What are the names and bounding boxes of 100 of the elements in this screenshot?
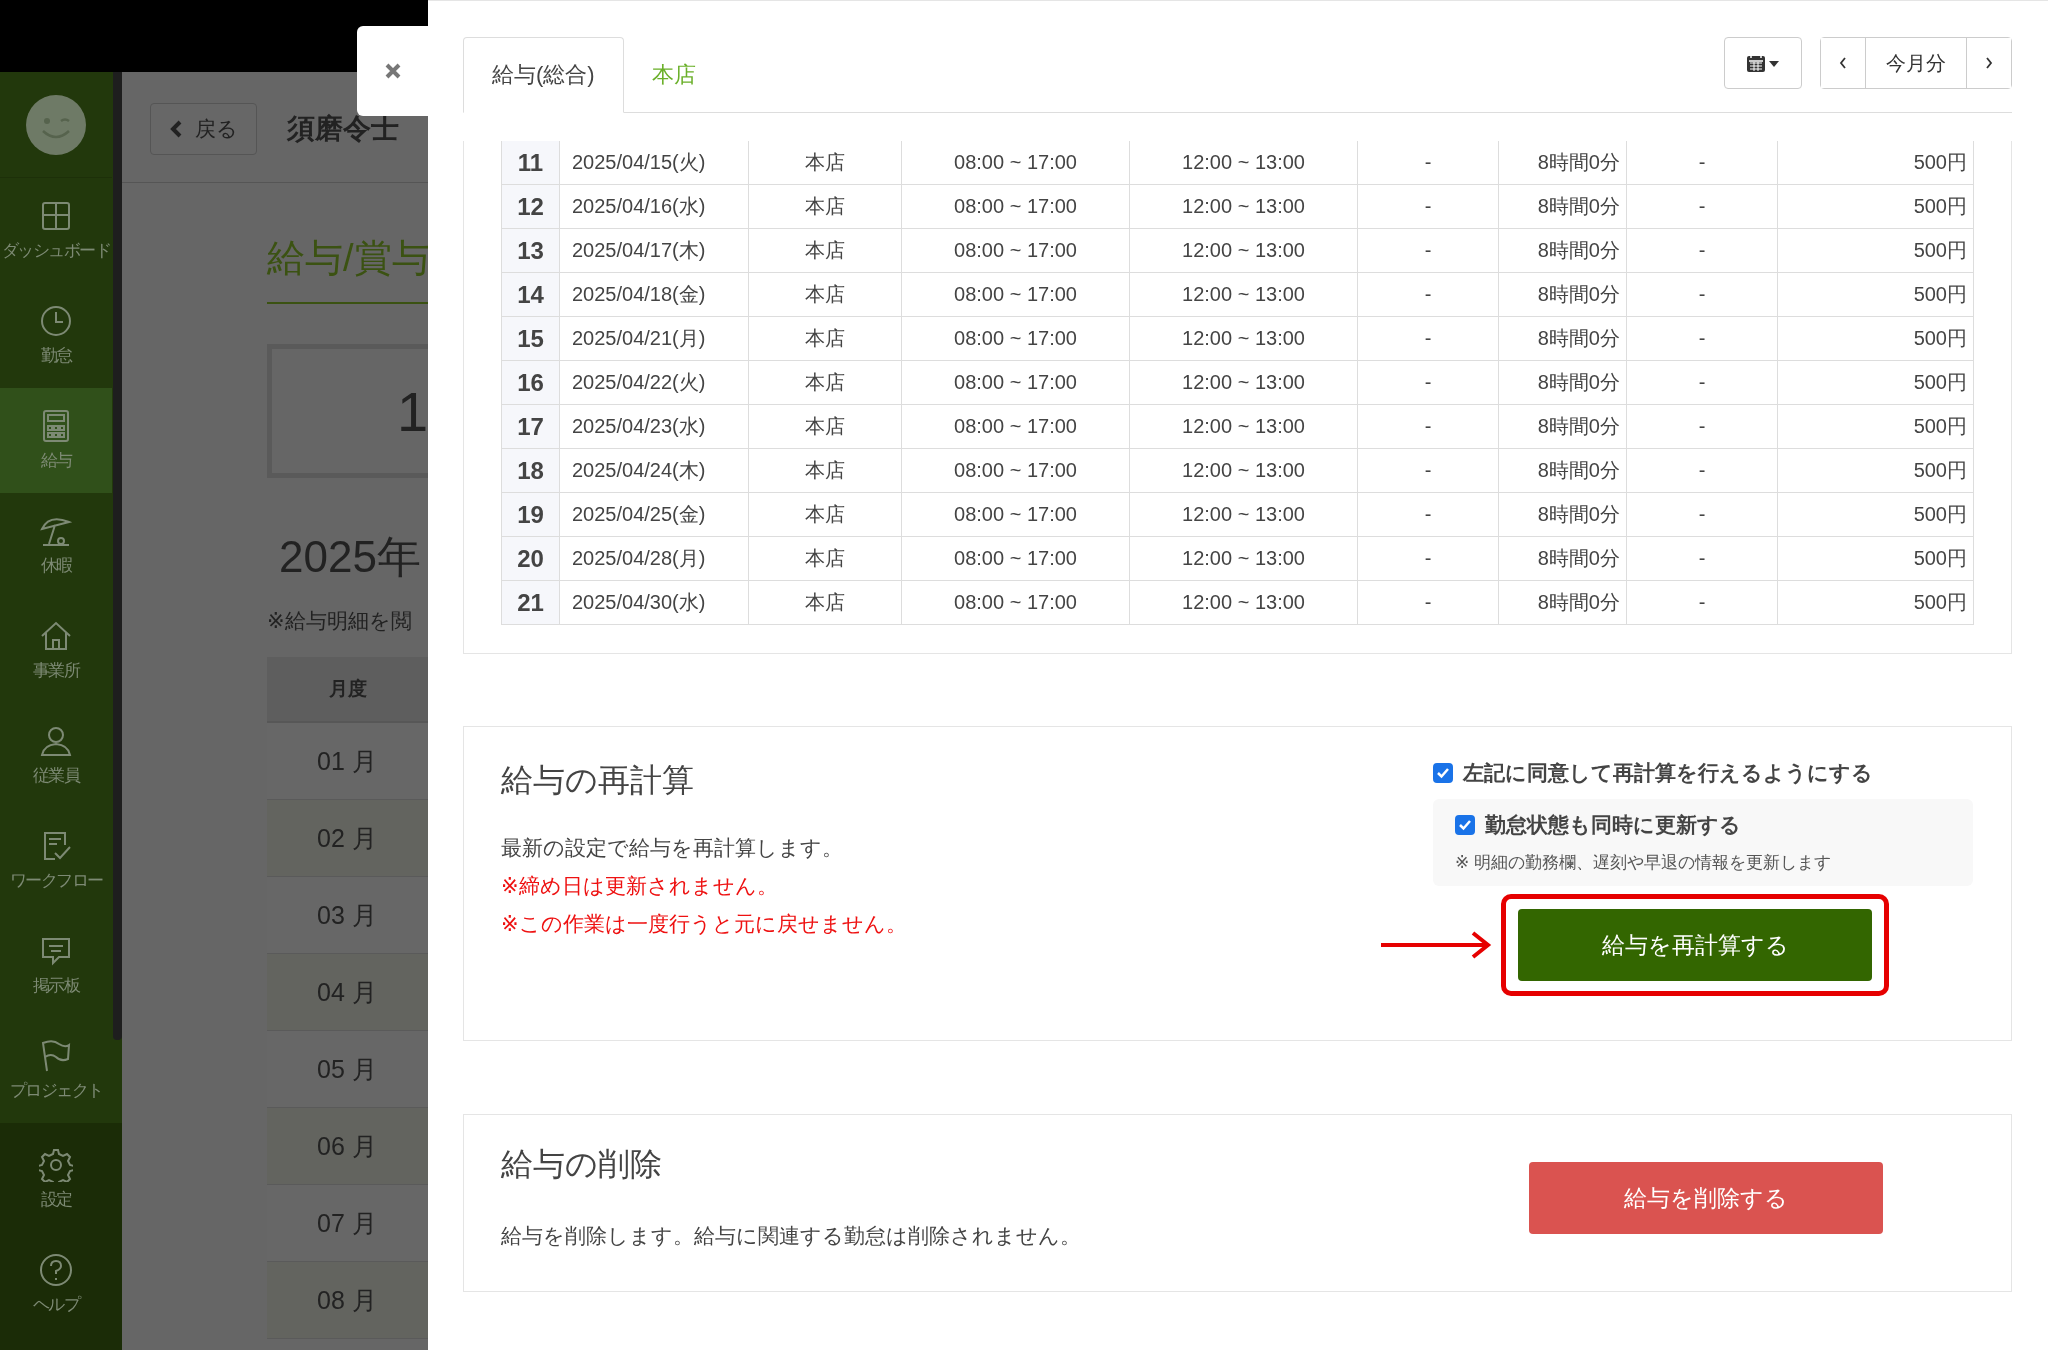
- note-text: ※給与明細を閲: [267, 608, 413, 634]
- table-cell: 500円: [1777, 536, 1974, 581]
- sidebar-item[interactable]: 給与: [0, 388, 112, 493]
- sidebar-item[interactable]: ワークフロー: [0, 808, 112, 913]
- sidebar-item[interactable]: 勤怠: [0, 283, 112, 388]
- sidebar-label: ダッシュボード: [1, 240, 111, 262]
- table-cell: 12:00 ~ 13:00: [1129, 141, 1358, 185]
- hint-text: ※ 明細の勤務欄、遅刻や早退の情報を更新します: [1455, 852, 1832, 874]
- table-cell: 本店: [748, 360, 902, 405]
- table-cell: -: [1357, 360, 1499, 405]
- recalculate-button[interactable]: 給与を再計算する: [1518, 909, 1872, 981]
- sidebar-label: 掲示板: [32, 975, 80, 997]
- arrow-icon: [1381, 931, 1493, 959]
- checkbox[interactable]: [1455, 815, 1475, 835]
- chevron-left-icon: [1838, 56, 1848, 70]
- table-cell: 本店: [748, 228, 902, 273]
- table-cell: 8時間0分: [1498, 492, 1627, 537]
- table-cell: 8時間0分: [1498, 360, 1627, 405]
- table-cell: 8時間0分: [1498, 184, 1627, 229]
- table-cell: 本店: [748, 580, 902, 625]
- table-cell: -: [1357, 492, 1499, 537]
- table-cell: 04 月: [267, 954, 428, 1031]
- warning-text: ※この作業は一度行うと元に戻せません。: [501, 911, 907, 937]
- checkbox-label: 左記に同意して再計算を行えるようにする: [1463, 760, 1873, 787]
- description-text: 給与を削除します。給与に関連する勤怠は削除されません。: [501, 1223, 1081, 1249]
- table-cell: -: [1626, 492, 1778, 537]
- table-header: 月度: [267, 657, 428, 723]
- sidebar-item[interactable]: 事業所: [0, 598, 112, 703]
- table-cell: -: [1357, 228, 1499, 273]
- sidebar-item[interactable]: 休暇: [0, 493, 112, 598]
- table-cell: 2025/04/21(月): [559, 316, 749, 361]
- table-cell: -: [1626, 360, 1778, 405]
- row-number: 16: [501, 360, 560, 405]
- table-cell: 8時間0分: [1498, 580, 1627, 625]
- sidebar-item[interactable]: プロジェクト: [0, 1018, 112, 1123]
- sidebar-item[interactable]: ダッシュボード: [0, 178, 112, 283]
- sidebar-item[interactable]: 設定: [0, 1127, 112, 1232]
- table-cell: 2025/04/24(木): [559, 448, 749, 493]
- table-cell: 12:00 ~ 13:00: [1129, 404, 1358, 449]
- delete-button[interactable]: 給与を削除する: [1529, 1162, 1883, 1234]
- table-cell: 2025/04/15(火): [559, 141, 749, 185]
- table-cell: -: [1357, 141, 1499, 185]
- sidebar-label: ヘルプ: [32, 1294, 80, 1316]
- table-cell: 500円: [1777, 580, 1974, 625]
- table-cell: -: [1626, 448, 1778, 493]
- row-number: 17: [501, 404, 560, 449]
- checkbox[interactable]: [1433, 763, 1453, 783]
- calendar-icon: [1746, 53, 1780, 73]
- table-cell: -: [1626, 580, 1778, 625]
- table-cell: 12:00 ~ 13:00: [1129, 536, 1358, 581]
- close-button[interactable]: [357, 26, 428, 116]
- calendar-dropdown[interactable]: [1724, 37, 1802, 89]
- table-cell: -: [1357, 536, 1499, 581]
- table-cell: 08:00 ~ 17:00: [901, 580, 1130, 625]
- section-title: 給与の削除: [501, 1145, 663, 1184]
- table-cell: 500円: [1777, 360, 1974, 405]
- employee-name: 須磨令士: [287, 112, 399, 146]
- table-cell: -: [1626, 228, 1778, 273]
- row-number: 20: [501, 536, 560, 581]
- table-cell: 08:00 ~ 17:00: [901, 536, 1130, 581]
- row-number: 13: [501, 228, 560, 273]
- row-number: 12: [501, 184, 560, 229]
- table-cell: 12:00 ~ 13:00: [1129, 448, 1358, 493]
- table-cell: -: [1626, 272, 1778, 317]
- sidebar-label: 従業員: [32, 765, 80, 787]
- table-cell: 2025/04/22(火): [559, 360, 749, 405]
- table-cell: 12:00 ~ 13:00: [1129, 316, 1358, 361]
- year-heading: 2025年: [278, 531, 422, 583]
- table-cell: 8時間0分: [1498, 141, 1627, 185]
- clock-icon: [39, 304, 73, 338]
- table-cell: 08:00 ~ 17:00: [901, 448, 1130, 493]
- house-icon: [39, 619, 73, 653]
- table-cell: 08:00 ~ 17:00: [901, 316, 1130, 361]
- section-title: 給与の再計算: [501, 761, 695, 800]
- sidebar-item[interactable]: 従業員: [0, 703, 112, 808]
- table-cell: 08 月: [267, 1262, 428, 1339]
- summary-value: 1: [397, 378, 428, 444]
- sidebar-item[interactable]: 掲示板: [0, 913, 112, 1018]
- table-cell: 2025/04/23(水): [559, 404, 749, 449]
- sidebar-item[interactable]: ヘルプ: [0, 1232, 112, 1337]
- tab[interactable]: 本店: [623, 37, 724, 112]
- table-cell: 08:00 ~ 17:00: [901, 184, 1130, 229]
- table-cell: 本店: [748, 492, 902, 537]
- table-cell: 2025/04/16(水): [559, 184, 749, 229]
- row-number: 21: [501, 580, 560, 625]
- warning-text: ※締め日は更新されません。: [501, 873, 779, 899]
- table-cell: 06 月: [267, 1108, 428, 1185]
- period-button[interactable]: 今月分: [1865, 38, 1967, 88]
- close-icon: [383, 62, 402, 80]
- table-cell: 8時間0分: [1498, 404, 1627, 449]
- chevron-right-icon: [1984, 56, 1994, 70]
- table-cell: 本店: [748, 448, 902, 493]
- description-text: 最新の設定で給与を再計算します。: [501, 835, 844, 861]
- scrollbar[interactable]: [113, 72, 122, 1040]
- table-cell: 2025/04/25(金): [559, 492, 749, 537]
- table-cell: 500円: [1777, 492, 1974, 537]
- back-button[interactable]: 戻る: [150, 103, 257, 155]
- table-cell: -: [1357, 184, 1499, 229]
- table-cell: 8時間0分: [1498, 536, 1627, 581]
- tab[interactable]: 給与(総合): [463, 37, 624, 113]
